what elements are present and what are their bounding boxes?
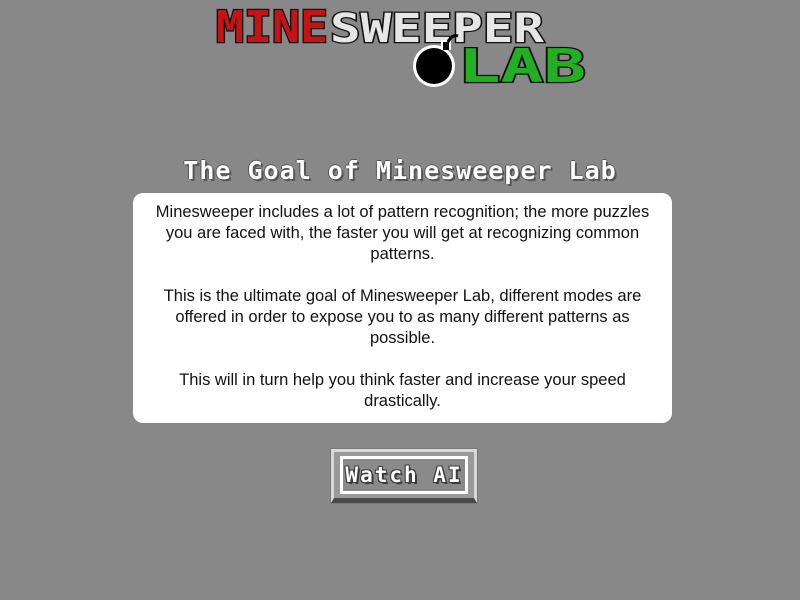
logo-word-mine: MINE [216, 4, 328, 53]
card-paragraph: This will in turn help you think faster … [179, 371, 626, 410]
card-paragraph: Minesweeper includes a lot of pattern re… [155, 203, 650, 263]
page: MINE SWEEPER LAB The Goal of Minesweeper… [0, 0, 800, 600]
watch-ai-button-frame: Watch AI [340, 456, 468, 494]
page-heading: The Goal of Minesweeper Lab [183, 156, 617, 185]
watch-ai-button-label: Watch AI [345, 463, 463, 487]
goal-info-card: Minesweeper includes a lot of pattern re… [133, 193, 672, 423]
logo-word-lab: LAB [458, 39, 586, 90]
watch-ai-button[interactable]: Watch AI [330, 448, 478, 504]
minesweeper-lab-logo: MINE SWEEPER LAB [212, 4, 592, 90]
card-paragraph: This is the ultimate goal of Minesweeper… [163, 287, 642, 347]
